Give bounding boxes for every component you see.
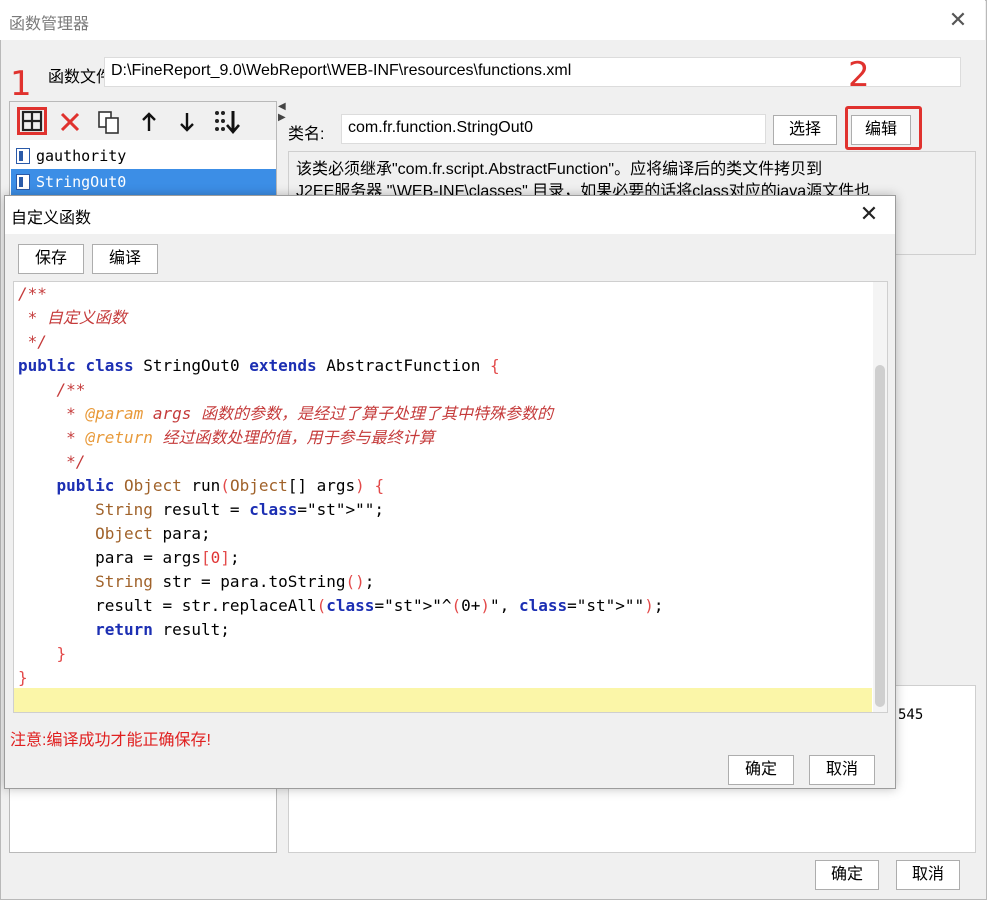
code-line: } [18, 644, 67, 663]
function-file-path-field[interactable]: D:\FineReport_9.0\WebReport\WEB-INF\reso… [104, 57, 961, 87]
window-title: 函数管理器 [9, 16, 90, 33]
code-line: /** [18, 380, 86, 399]
code-line: return result; [95, 620, 230, 639]
select-button[interactable]: 选择 [773, 115, 837, 145]
save-button[interactable]: 保存 [18, 244, 84, 274]
step-2-annotation: 2 [848, 55, 870, 95]
code-line: * 自定义函数 [18, 308, 127, 327]
code-line: } [18, 668, 28, 687]
editor-scrollbar-thumb[interactable] [875, 365, 885, 707]
copy-icon [98, 111, 119, 134]
close-icon[interactable]: ✕ [944, 6, 972, 34]
close-icon[interactable]: ✕ [855, 199, 883, 229]
move-up-icon [142, 112, 156, 131]
edit-button[interactable]: 编辑 [851, 115, 911, 145]
function-list-item[interactable]: gauthority [11, 143, 276, 169]
detail-text-fragment: 545 [898, 707, 924, 723]
code-line: /** [18, 284, 47, 303]
code-line: String result = class="st">""; [95, 500, 385, 519]
function-list-item-label: StringOut0 [36, 173, 127, 191]
panel-splitter-icon[interactable]: ◀ ▶ [278, 101, 288, 131]
code-line: */ [18, 452, 86, 471]
code-line: Object para; [95, 524, 211, 543]
function-list-item-selected[interactable]: StringOut0 [11, 169, 276, 195]
code-line: * @return 经过函数处理的值，用于参与最终计算 [18, 428, 435, 447]
move-down-button[interactable] [175, 110, 201, 136]
delete-function-button[interactable] [58, 110, 84, 136]
code-line: public class StringOut0 extends Abstract… [18, 356, 500, 375]
code-line: para = args[0]; [18, 548, 240, 567]
cancel-button[interactable]: 取消 [896, 860, 960, 890]
code-line: String str = para.toString(); [95, 572, 375, 591]
ok-button[interactable]: 确定 [815, 860, 879, 890]
move-up-button[interactable] [137, 110, 163, 136]
dialog-ok-button[interactable]: 确定 [728, 755, 794, 785]
function-file-icon [16, 174, 30, 190]
copy-function-button[interactable] [96, 110, 122, 136]
compile-notice: 注意:编译成功才能正确保存! [10, 732, 211, 749]
current-line-highlight [14, 688, 872, 712]
sort-button[interactable] [212, 108, 242, 136]
code-line: public Object run(Object[] args) { [56, 476, 385, 495]
move-down-icon [180, 113, 194, 132]
delete-icon [60, 112, 80, 132]
dialog-title: 自定义函数 [11, 210, 92, 227]
add-icon [21, 110, 43, 132]
source-code[interactable]: /** * 自定义函数 */ public class StringOut0 e… [18, 282, 868, 690]
class-name-field[interactable]: com.fr.function.StringOut0 [341, 114, 766, 144]
window-titlebar [0, 0, 985, 40]
description-line: 该类必须继承"com.fr.script.AbstractFunction"。应… [296, 161, 823, 178]
class-name-label: 类名: [288, 126, 325, 143]
code-line: */ [18, 332, 47, 351]
sort-icon [215, 111, 240, 134]
code-line: result = str.replaceAll(class="st">"^(0+… [18, 596, 664, 615]
code-line: * @param args 函数的参数，是经过了算子处理了其中特殊参数的 [18, 404, 554, 423]
compile-button[interactable]: 编译 [92, 244, 158, 274]
dialog-cancel-button[interactable]: 取消 [809, 755, 875, 785]
dialog-titlebar [5, 196, 895, 234]
function-list-item-label: gauthority [36, 147, 127, 165]
step-1-annotation: 1 [10, 64, 32, 104]
function-file-icon [16, 148, 30, 164]
add-function-button[interactable] [17, 107, 47, 135]
